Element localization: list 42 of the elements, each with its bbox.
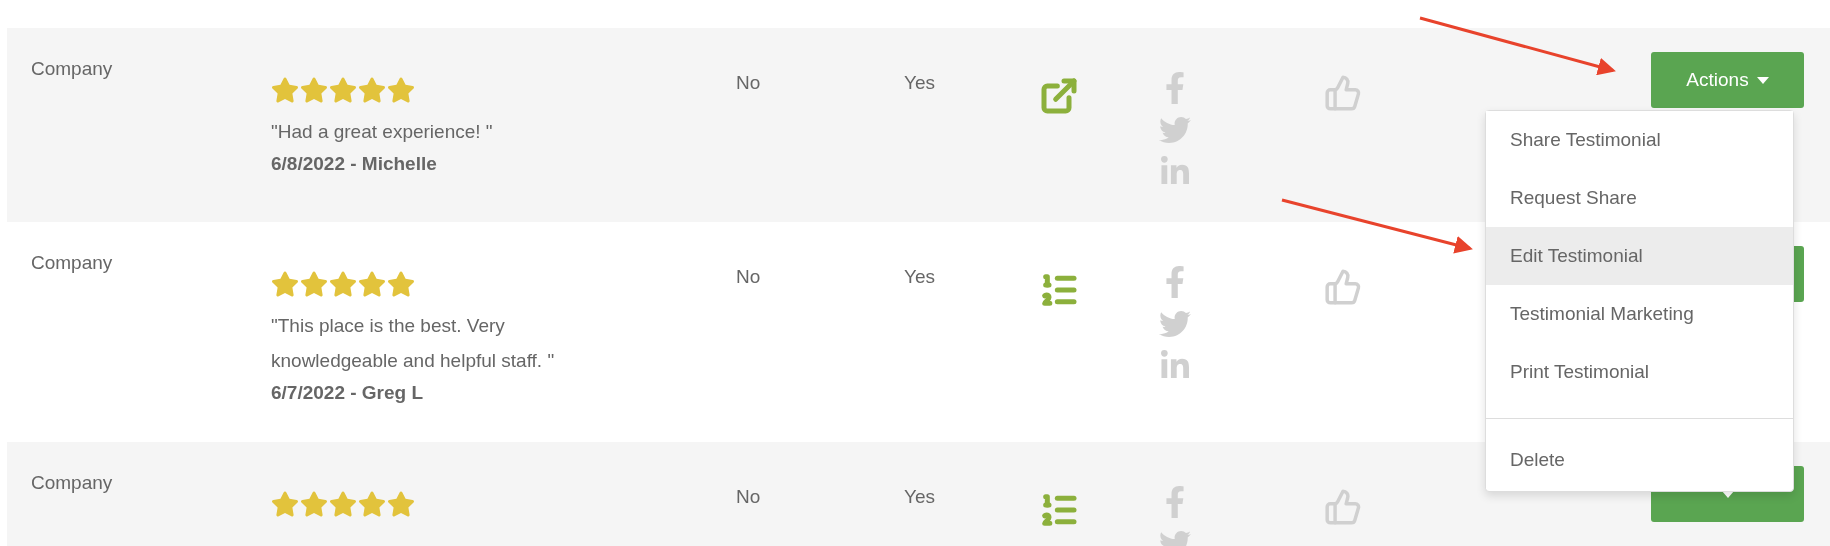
menu-item[interactable]: Share Testimonial [1486,111,1793,169]
star-icon [387,490,415,518]
thumbs-up-icon[interactable] [1324,268,1362,306]
source-text: Company [31,472,114,494]
menu-item[interactable]: Edit Testimonial [1486,227,1793,285]
twitter-icon[interactable] [1159,114,1191,146]
star-icon [329,76,357,104]
star-icon [358,490,386,518]
actions-button[interactable]: Actions [1651,52,1804,108]
table-cell-text: No [736,71,762,94]
source-text: Company [31,252,114,274]
star-icon [387,76,415,104]
review-byline: 6/7/2022 - Greg L [271,381,425,405]
menu-item[interactable]: Testimonial Marketing [1486,285,1793,343]
thumbs-up-icon[interactable] [1324,488,1362,526]
menu-item[interactable]: Print Testimonial [1486,343,1793,401]
table-cell-text: No [736,265,762,288]
star-icon [300,490,328,518]
menu-item[interactable]: Delete [1486,431,1793,489]
review-byline: 6/8/2022 - Michelle [271,152,438,176]
star-icon [358,76,386,104]
star-icon [329,490,357,518]
star-icon [271,490,299,518]
review-text: "Had a great experience! " [271,120,494,144]
star-icon [358,270,386,298]
menu-item[interactable]: Request Share [1486,169,1793,227]
star-icon [329,270,357,298]
table-cell-text: Yes [904,265,936,288]
source-text: Company [31,58,114,80]
table-cell-text: Yes [904,71,936,94]
table-cell-text: No [736,485,762,508]
star-icon [387,270,415,298]
review-text: "This place is the best. Very knowledgeable and helpful staff. " [271,314,556,373]
external-link-icon[interactable] [1039,76,1079,116]
star-icon [271,270,299,298]
star-icon [300,270,328,298]
star-icon [271,76,299,104]
star-icon [300,76,328,104]
table-cell-text: Yes [904,485,936,508]
twitter-icon[interactable] [1159,308,1191,340]
thumbs-up-icon[interactable] [1324,74,1362,112]
caret-icon [1756,76,1769,84]
